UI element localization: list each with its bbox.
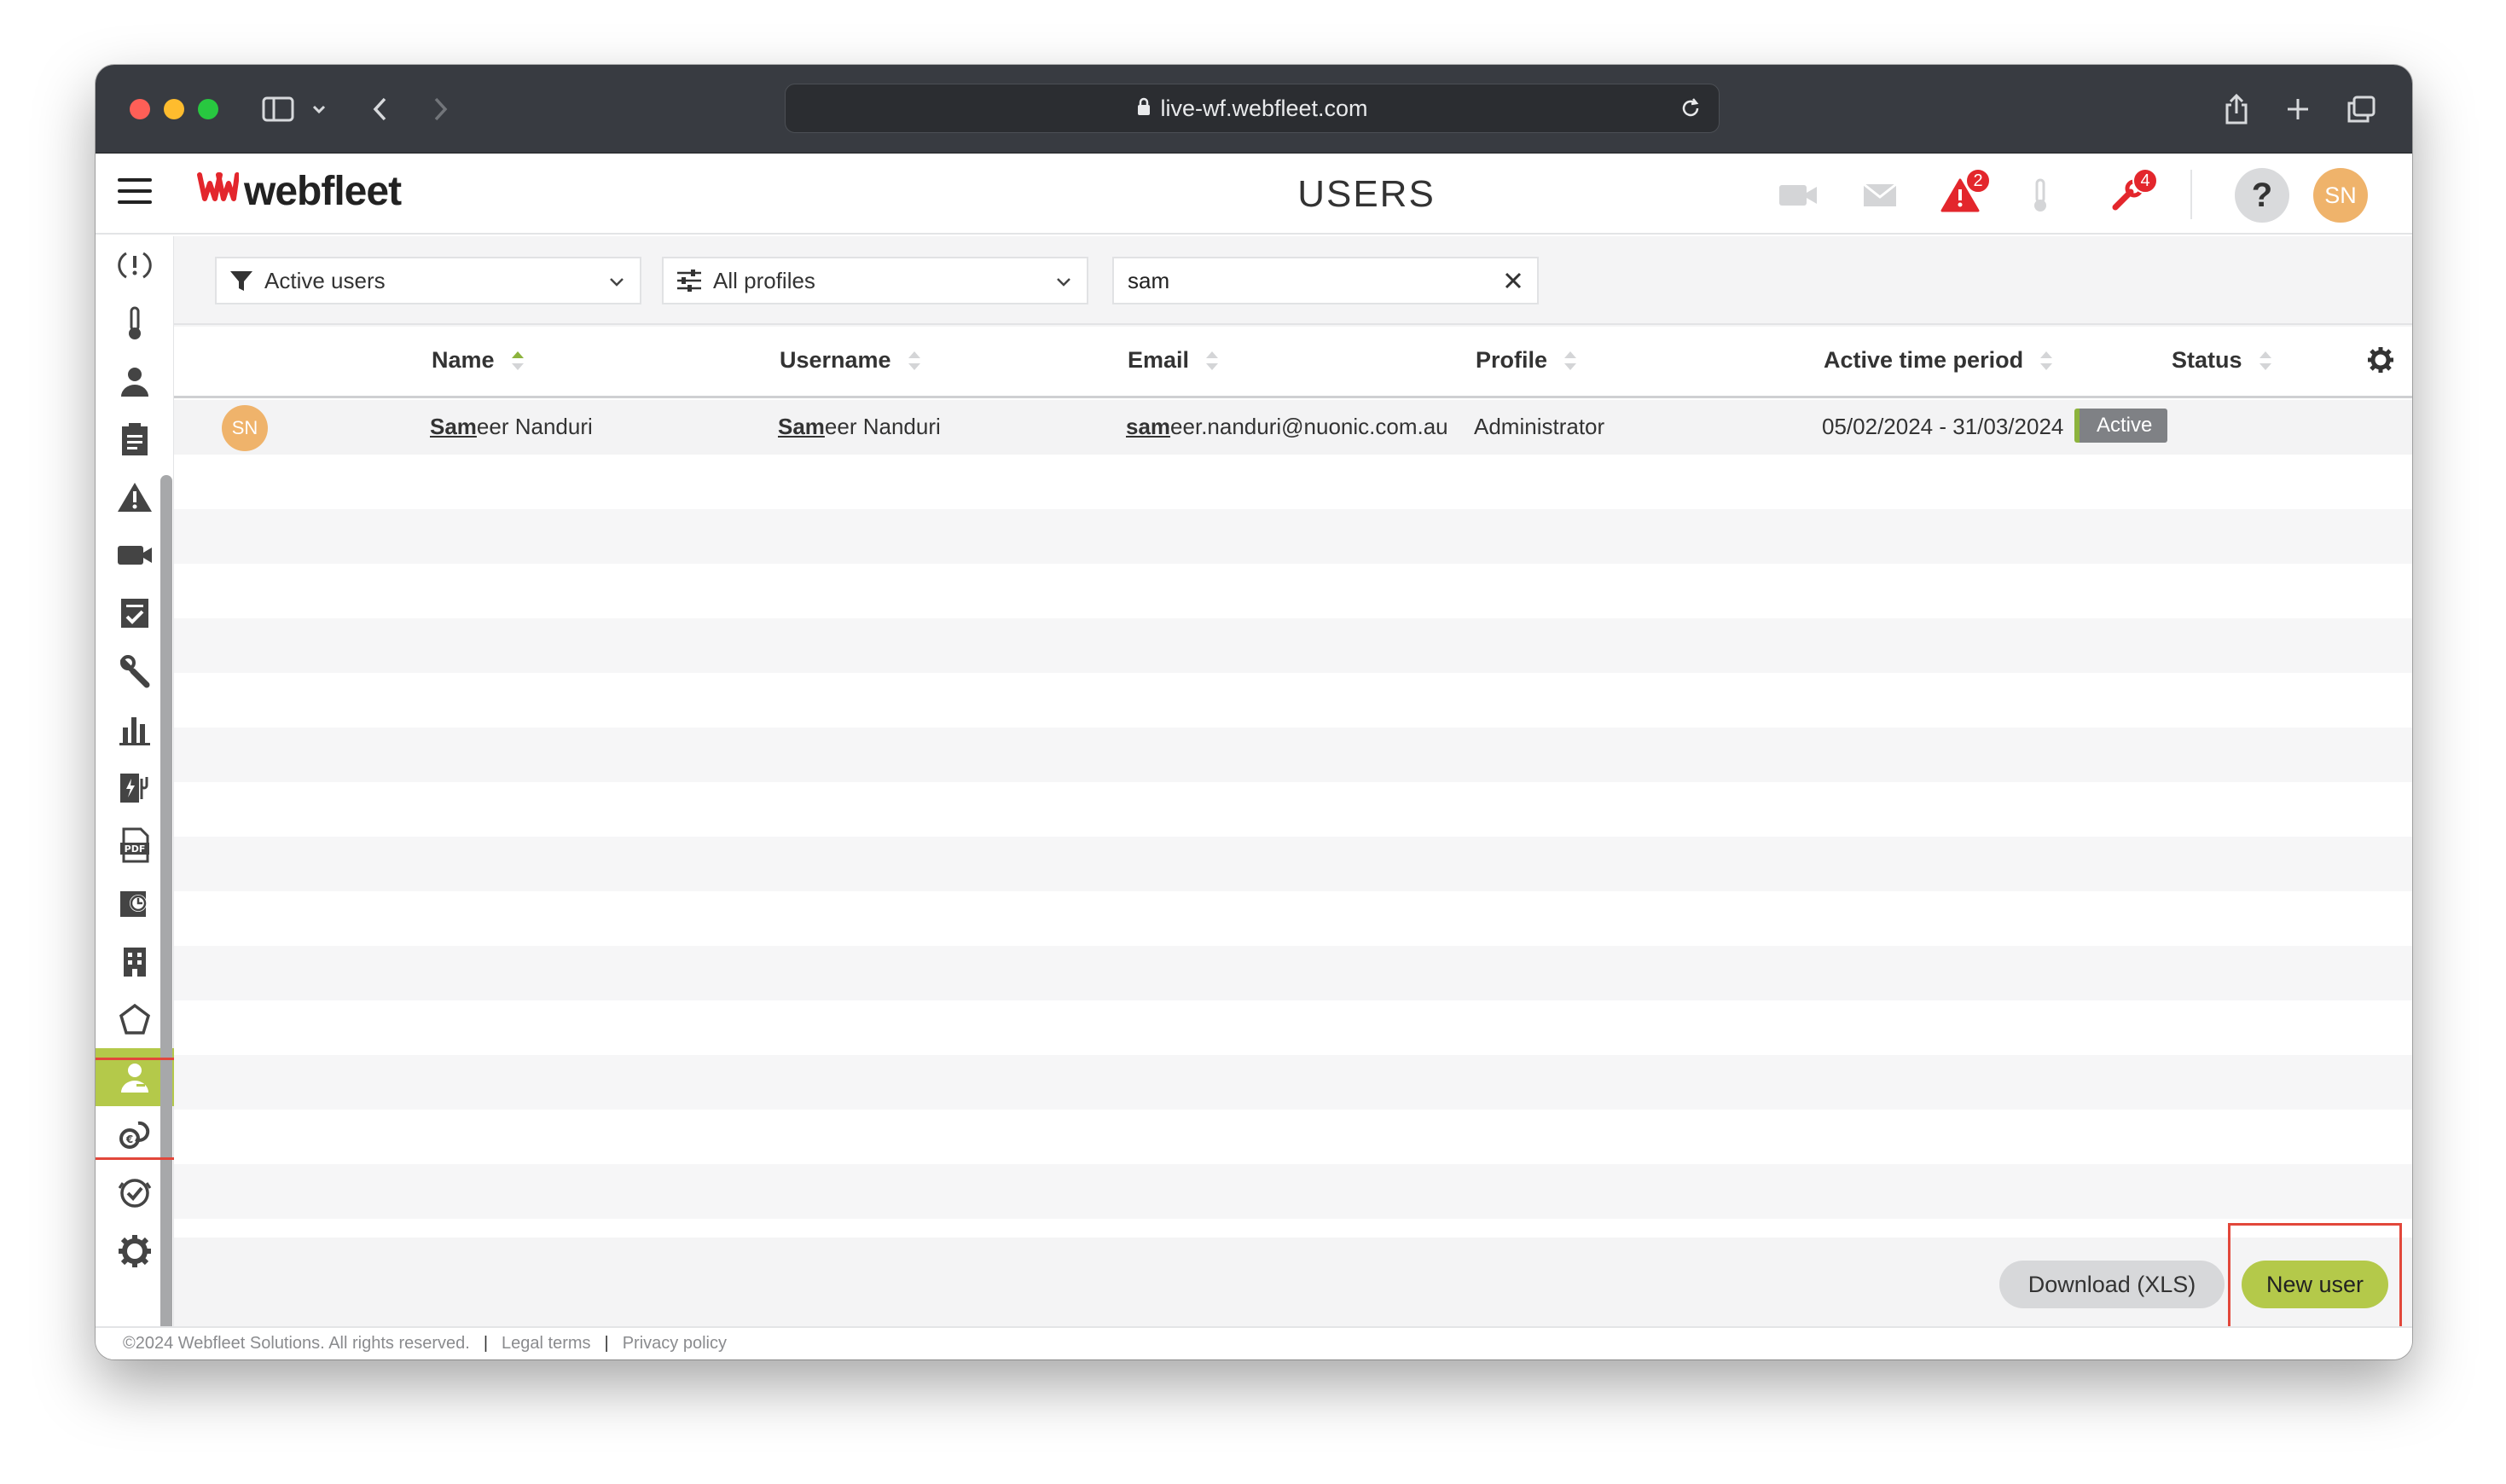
menu-icon[interactable] [118,178,152,209]
share-icon[interactable] [2219,90,2254,128]
maintenance-icon[interactable]: 4 [2105,168,2158,217]
messages-icon[interactable] [1858,173,1902,217]
status-filter-value: Active users [264,267,386,293]
cell-email: sameer.nanduri@nuonic.com.au [1126,414,1448,439]
users-table: Name Username Email Profile Active time … [174,327,2412,1238]
legal-terms-link[interactable]: Legal terms [502,1334,591,1354]
sidebar-toggle-icon[interactable] [259,90,297,128]
sort-ascending-icon [510,350,525,372]
logo-mark-icon [196,168,240,215]
column-settings-icon[interactable] [2366,345,2395,379]
status-filter-dropdown[interactable]: Active users [215,257,641,304]
empty-row [174,1000,2412,1055]
page-title: USERS [1297,173,1436,215]
column-active-time-period[interactable]: Active time period [1824,347,2054,374]
privacy-policy-link[interactable]: Privacy policy [623,1334,727,1354]
column-name[interactable]: Name [432,347,525,374]
user-avatar[interactable]: SN [2313,168,2368,223]
status-badge: Active [2074,409,2168,443]
sliders-icon [676,269,703,293]
minimize-window-button[interactable] [164,99,184,119]
video-icon[interactable] [1776,173,1820,217]
empty-row [174,946,2412,1000]
cell-active-period: 05/02/2024 - 31/03/2024 [1822,414,2064,439]
sort-icon [907,350,922,372]
chevron-down-icon [1054,270,1073,297]
empty-row [174,509,2412,564]
empty-row [174,1164,2412,1219]
header-divider [2190,170,2192,219]
search-value: sam [1128,267,1170,293]
copyright-text: ©2024 Webfleet Solutions. All rights res… [123,1334,470,1353]
close-window-button[interactable] [130,99,150,119]
url-text: live-wf.webfleet.com [1160,95,1368,121]
logo-text: webfleet [244,169,402,214]
empty-row [174,782,2412,837]
column-profile[interactable]: Profile [1476,347,1578,374]
highlight-new-user [2228,1223,2402,1332]
sidebar-item-drivers[interactable] [96,352,174,410]
action-bar: Download (XLS) New user [174,1238,2412,1326]
sidebar-item-temperature[interactable] [96,294,174,352]
alerts-badge: 2 [1965,168,1991,194]
column-email[interactable]: Email [1128,347,1220,374]
profile-filter-value: All profiles [713,267,815,293]
chevron-down-icon [607,270,626,297]
sidebar-item-orders[interactable] [96,410,174,468]
search-input[interactable]: sam [1112,257,1539,304]
table-header: Name Username Email Profile Active time … [174,327,2412,398]
sidebar-scrollbar[interactable] [160,475,172,1359]
filter-bar: Active users All profiles sam [174,236,2412,325]
profile-filter-dropdown[interactable]: All profiles [662,257,1088,304]
footer-divider: | [483,1334,489,1353]
empty-row [174,1055,2412,1110]
empty-row [174,1110,2412,1164]
row-avatar: SN [222,405,268,451]
address-bar[interactable]: live-wf.webfleet.com [785,84,1720,133]
forward-icon[interactable] [428,90,454,128]
maintenance-badge: 4 [2132,168,2158,194]
empty-row [174,837,2412,891]
sidebar-item-alerts[interactable] [96,236,174,294]
close-icon[interactable] [1501,269,1525,299]
main-content: Active users All profiles sam Name Usern… [174,236,2412,1326]
chevron-down-icon[interactable] [309,90,329,128]
zoom-window-button[interactable] [198,99,218,119]
sort-icon [1563,350,1578,372]
empty-row [174,891,2412,946]
temperature-icon[interactable] [2018,173,2062,217]
table-row[interactable]: SN Sameer Nanduri Sameer Nanduri sameer.… [174,400,2412,455]
alerts-icon[interactable]: 2 [1938,168,1991,217]
download-xls-button[interactable]: Download (XLS) [1999,1261,2225,1308]
empty-row [174,618,2412,673]
footer-divider: | [604,1334,609,1353]
sidebar: PDF € [96,236,174,1359]
back-icon[interactable] [367,90,392,128]
cell-username: Sameer Nanduri [778,414,941,439]
cell-profile: Administrator [1474,414,1605,439]
browser-window: live-wf.webfleet.com webfleet USERS 2 4 … [96,65,2412,1359]
empty-row [174,564,2412,618]
reload-icon[interactable] [1679,96,1702,126]
tab-overview-icon[interactable] [2342,90,2380,128]
empty-row [174,455,2412,509]
app-header: webfleet USERS 2 4 ? SN [96,154,2412,235]
browser-toolbar: live-wf.webfleet.com [96,65,2412,154]
new-tab-icon[interactable] [2281,90,2315,128]
svg-text:PDF: PDF [125,843,146,855]
sort-icon [2258,350,2273,372]
cell-name: Sameer Nanduri [430,414,593,439]
sort-icon [2039,350,2054,372]
empty-row [174,673,2412,728]
webfleet-logo[interactable]: webfleet [196,168,402,215]
column-username[interactable]: Username [780,347,922,374]
sort-icon [1204,350,1220,372]
help-button[interactable]: ? [2235,168,2289,223]
page-footer: ©2024 Webfleet Solutions. All rights res… [96,1326,2412,1359]
lock-icon [1136,96,1151,122]
column-status[interactable]: Status [2172,347,2273,374]
filter-icon [229,269,254,293]
empty-row [174,728,2412,782]
